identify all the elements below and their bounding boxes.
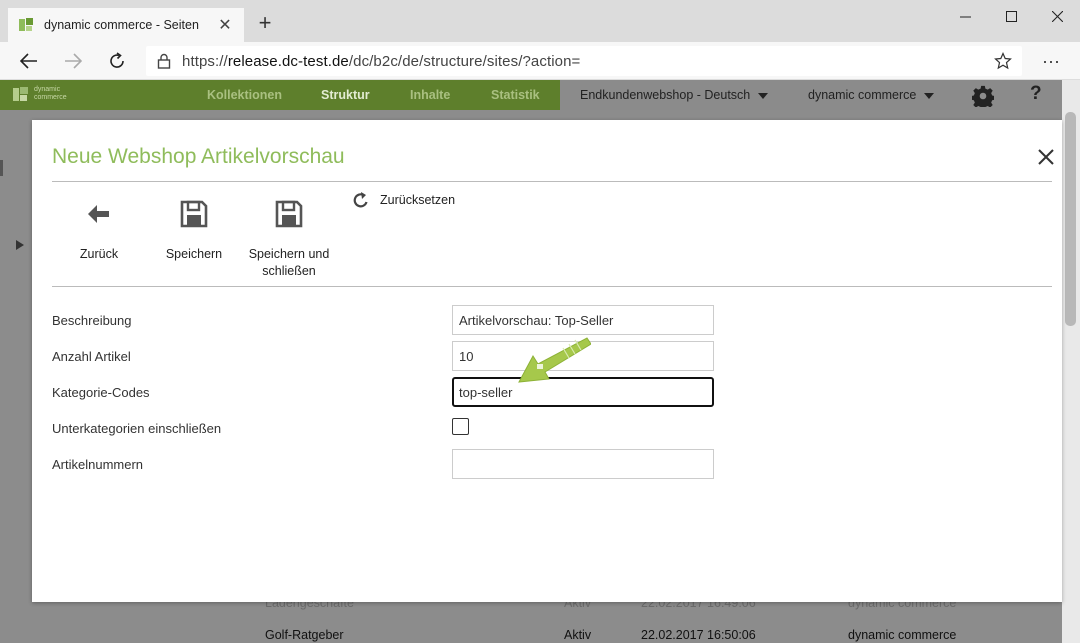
browser-addressbar: https://release.dc-test.de/dc/b2c/de/str…	[0, 42, 1080, 80]
floppy-disk-icon	[246, 198, 332, 230]
bg-row-1-name: Golf-Ratgeber	[265, 628, 344, 642]
artikelnummern-input[interactable]	[452, 449, 714, 479]
maximize-button[interactable]	[988, 0, 1034, 32]
minimize-button[interactable]	[942, 0, 988, 32]
reset-button[interactable]: Zurücksetzen	[352, 192, 455, 208]
dialog-title: Neue Webshop Artikelvorschau	[52, 145, 345, 168]
beschreibung-label: Beschreibung	[52, 313, 132, 328]
logo-text: dynamic commerce	[34, 86, 67, 101]
floppy-disk-icon	[164, 198, 224, 230]
bg-row-1-date: 22.02.2017 16:50:06	[641, 628, 756, 642]
nav-statistik[interactable]: Statistik	[491, 88, 540, 102]
forward-nav-button[interactable]	[58, 46, 88, 76]
title-divider	[52, 181, 1052, 182]
app-navbar: dynamic commerce Kollektionen Struktur In…	[0, 80, 1080, 110]
caret-down-icon	[758, 92, 769, 99]
arrow-left-icon	[78, 198, 120, 230]
lock-icon	[146, 53, 182, 69]
dc-logo-icon	[13, 87, 28, 101]
arrow-left-icon	[20, 53, 37, 69]
kategorie-codes-label: Kategorie-Codes	[52, 385, 150, 400]
dc-favicon-icon	[19, 18, 33, 31]
arrow-right-icon	[65, 53, 82, 69]
toolbar-divider	[52, 286, 1052, 287]
sidebar-marker	[0, 160, 3, 176]
close-window-icon	[1051, 10, 1063, 22]
nav-inhalte[interactable]: Inhalte	[410, 88, 450, 102]
article-preview-dialog: Neue Webshop Artikelvorschau Zurück Spei…	[32, 120, 1062, 602]
save-label: Speichern	[165, 247, 223, 261]
unterkategorien-checkbox[interactable]	[452, 418, 469, 435]
url-bar[interactable]: https://release.dc-test.de/dc/b2c/de/str…	[146, 46, 1022, 76]
refresh-button[interactable]	[102, 46, 132, 76]
unterkategorien-label: Unterkategorien einschließen	[52, 421, 222, 436]
tab-close-icon[interactable]: ✕	[216, 15, 234, 35]
refresh-icon	[110, 52, 124, 68]
beschreibung-input[interactable]	[452, 305, 714, 335]
back-label: Zurück	[79, 247, 119, 261]
url-text: https://release.dc-test.de/dc/b2c/de/str…	[182, 52, 581, 70]
nav-kollektionen[interactable]: Kollektionen	[207, 88, 282, 102]
tab-title: dynamic commerce - Seiten	[44, 18, 199, 32]
browser-titlebar: dynamic commerce - Seiten ✕ +	[0, 0, 1080, 42]
shop-select[interactable]: Endkundenwebshop - Deutsch	[580, 88, 769, 102]
close-dialog-icon[interactable]	[1036, 147, 1056, 167]
gear-icon[interactable]	[972, 85, 994, 107]
app-navbar-green-section: dynamic commerce Kollektionen Struktur In…	[0, 80, 560, 110]
reset-icon	[353, 192, 368, 208]
expand-arrow-icon[interactable]	[16, 240, 24, 250]
back-nav-button[interactable]	[14, 46, 44, 76]
close-window-button[interactable]	[1034, 0, 1080, 32]
more-options-icon[interactable]: ···	[1036, 46, 1066, 76]
bg-row-1-status: Aktiv	[564, 628, 592, 642]
back-button[interactable]: Zurück	[78, 198, 120, 263]
user-select[interactable]: dynamic commerce	[808, 88, 935, 102]
help-button[interactable]: ?	[1030, 83, 1042, 105]
favorite-star-icon[interactable]	[994, 52, 1012, 70]
nav-struktur[interactable]: Struktur	[321, 88, 370, 102]
page-scrollbar-thumb[interactable]	[1065, 112, 1076, 326]
minimize-icon	[959, 16, 971, 17]
maximize-icon	[1005, 10, 1017, 22]
save-and-close-label: Speichern und schließen	[248, 247, 330, 278]
artikelnummern-label: Artikelnummern	[52, 457, 144, 472]
bg-row-1-owner: dynamic commerce	[848, 628, 957, 642]
reset-label: Zurücksetzen	[380, 193, 456, 207]
dc-logo[interactable]: dynamic commerce	[12, 85, 67, 103]
green-pointer-arrow-icon	[518, 337, 591, 383]
caret-down-icon	[924, 92, 935, 99]
browser-tab[interactable]: dynamic commerce - Seiten ✕	[8, 8, 244, 42]
save-and-close-button[interactable]: Speichern und schließen	[246, 198, 332, 280]
anzahl-artikel-label: Anzahl Artikel	[52, 349, 131, 364]
save-button[interactable]: Speichern	[164, 198, 224, 263]
new-tab-button[interactable]: +	[252, 10, 278, 36]
